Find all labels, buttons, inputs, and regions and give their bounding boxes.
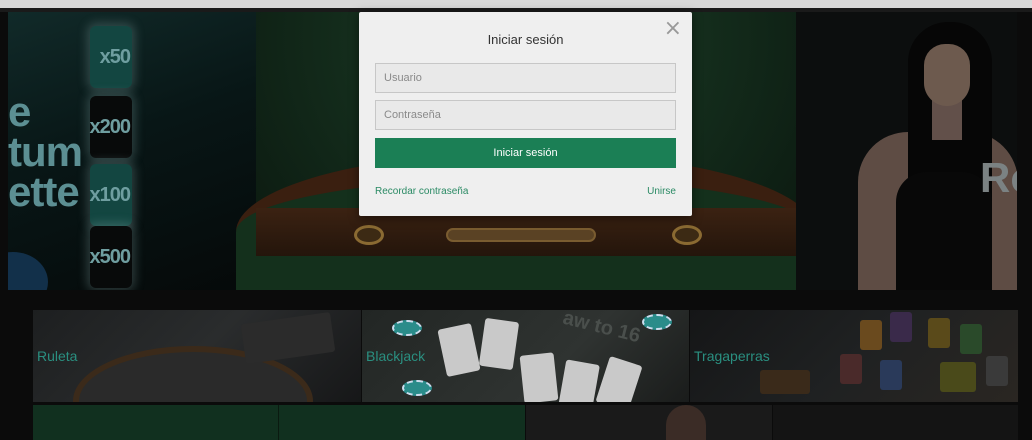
chip-slot <box>672 225 702 245</box>
category-label: Tragaperras <box>694 348 770 364</box>
multiplier-badge: x50 <box>90 26 132 88</box>
playing-card-image <box>558 359 600 402</box>
game-row-bottom <box>33 405 1018 440</box>
login-submit-button[interactable]: Iniciar sesión <box>375 138 676 168</box>
slot-game-image <box>928 318 950 348</box>
promo-title-line: ette <box>8 168 80 215</box>
username-input[interactable] <box>375 63 676 93</box>
category-label: Blackjack <box>366 348 426 364</box>
forgot-password-link[interactable]: Recordar contraseña <box>375 186 468 197</box>
category-tile-ruleta[interactable]: Ruleta <box>33 310 361 402</box>
slot-game-image <box>840 354 862 384</box>
game-tile[interactable] <box>526 405 772 440</box>
game-tile[interactable] <box>33 405 525 440</box>
close-icon[interactable]: × <box>664 18 682 40</box>
dealer-neck <box>932 100 962 140</box>
join-link[interactable]: Unirse <box>647 186 676 197</box>
playing-card-image <box>478 317 520 371</box>
card-slot <box>446 228 596 242</box>
dealer-face <box>924 44 970 106</box>
category-tile-tragaperras[interactable]: Tragaperras <box>690 310 1018 402</box>
promo-title-line: tum <box>8 128 83 175</box>
promo-title: e tum ette <box>8 88 83 215</box>
promo-title-right: Ro <box>980 154 1017 201</box>
category-label: Ruleta <box>37 348 78 364</box>
login-modal: Iniciar sesión × Iniciar sesión Recordar… <box>359 12 692 216</box>
slot-game-image <box>940 362 976 392</box>
slot-game-image <box>960 324 982 354</box>
playing-card-image <box>595 355 643 402</box>
multiplier-badge: x100 <box>90 164 132 226</box>
category-tiles: Ruleta aw to 16 Blackjack Tragaperras <box>33 310 1018 402</box>
quantum-roulette-promo[interactable]: e tum ette x50 x200 x100 x500 <box>8 12 256 290</box>
roulette-layout-image <box>240 311 336 365</box>
browser-top-bar <box>0 0 1032 8</box>
slot-game-image <box>890 312 912 342</box>
playing-card-image <box>519 352 559 402</box>
promo-title-line: e <box>8 88 31 135</box>
chip-slot <box>354 225 384 245</box>
modal-title: Iniciar sesión <box>487 32 564 47</box>
wheel-decoration <box>8 252 48 290</box>
dealer-dress <box>896 172 992 290</box>
multiplier-badge: x500 <box>90 226 132 288</box>
slot-game-image <box>880 360 902 390</box>
chip-image <box>402 380 432 396</box>
category-tile-blackjack[interactable]: aw to 16 Blackjack <box>362 310 689 402</box>
multiplier-badge: x200 <box>90 96 132 158</box>
table-text: aw to 16 <box>560 310 643 348</box>
divider <box>278 405 279 440</box>
chip-image <box>642 314 672 330</box>
slot-game-image <box>986 356 1008 386</box>
password-input[interactable] <box>375 100 676 130</box>
slot-game-image <box>860 320 882 350</box>
playing-card-image <box>437 322 481 378</box>
game-tile[interactable] <box>773 405 1018 440</box>
dealer-thumbnail <box>666 405 706 440</box>
slot-game-image <box>760 370 810 394</box>
live-dealer-promo[interactable]: Ro <box>796 12 1017 290</box>
chip-image <box>392 320 422 336</box>
